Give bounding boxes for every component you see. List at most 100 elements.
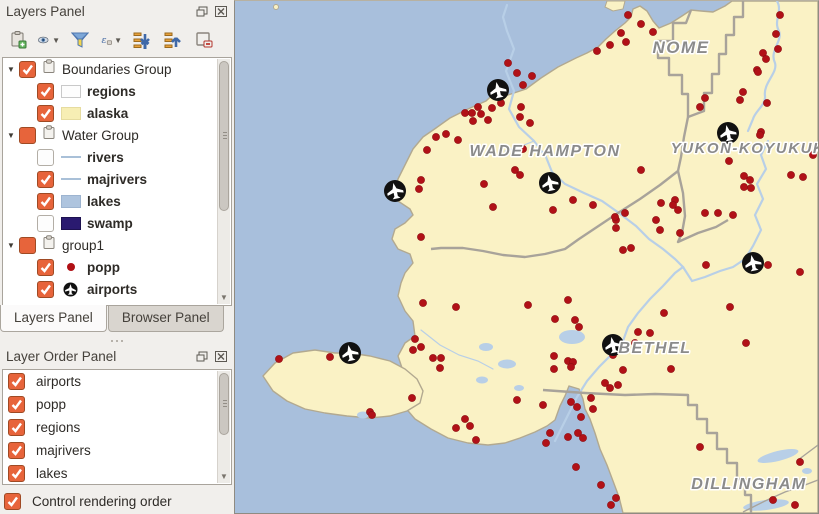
tree-group-row[interactable]: ▼ Water Group (3, 124, 231, 146)
layer-visibility-checkbox[interactable] (37, 215, 54, 232)
popp-dot (614, 381, 621, 388)
popp-dot (550, 365, 557, 372)
layer-label: popp (87, 260, 120, 275)
expander-icon[interactable]: ▼ (3, 241, 19, 250)
tree-layer-row[interactable]: rivers (3, 146, 231, 168)
layers-panel-titlebar: Layers Panel (0, 0, 234, 22)
layer-visibility-checkbox[interactable] (19, 127, 36, 144)
scroll-down-icon[interactable]: ▼ (218, 470, 230, 483)
layer-label: rivers (87, 150, 124, 165)
layers-tree-scrollbar[interactable]: ▼ (217, 59, 230, 304)
layer-order-row[interactable]: popp (3, 393, 231, 416)
tree-layer-row[interactable]: regions (3, 80, 231, 102)
close-panel-icon[interactable] (214, 350, 228, 363)
layer-order-row[interactable]: airports (3, 370, 231, 393)
layer-order-row[interactable]: lakes (3, 462, 231, 485)
popp-dot (550, 352, 557, 359)
layer-visibility-checkbox[interactable] (8, 419, 25, 436)
layer-visibility-checkbox[interactable] (37, 193, 54, 210)
popp-dot (461, 415, 468, 422)
tree-layer-row[interactable]: alaska (3, 102, 231, 124)
map-canvas[interactable]: NOMEWADE HAMPTONYUKON-KOYUKUKBETHELDILLI… (234, 0, 819, 514)
layer-visibility-checkbox[interactable] (8, 373, 25, 390)
tree-group-row[interactable]: ▼ group1 (3, 234, 231, 256)
tree-layer-row[interactable]: popp (3, 256, 231, 278)
layer-visibility-checkbox[interactable] (37, 149, 54, 166)
popp-dot (646, 329, 653, 336)
popp-dot (649, 28, 656, 35)
tree-layer-row[interactable]: lakes (3, 190, 231, 212)
airport-marker-icon (742, 252, 764, 274)
expand-all-icon[interactable] (131, 29, 153, 51)
tree-layer-row[interactable]: majrivers (3, 168, 231, 190)
popp-dot (524, 301, 531, 308)
layer-order-label: lakes (36, 466, 68, 481)
popp-dot (747, 184, 754, 191)
scrollbar-thumb[interactable] (219, 61, 229, 211)
popp-dot (432, 133, 439, 140)
float-panel-icon[interactable] (195, 350, 209, 363)
tree-group-row[interactable]: ▼Boundaries Group (3, 58, 231, 80)
popp-dot (597, 481, 604, 488)
close-panel-icon[interactable] (214, 5, 228, 18)
popp-dot (549, 206, 556, 213)
control-rendering-order-checkbox[interactable] (4, 493, 21, 510)
popp-dot (480, 180, 487, 187)
popp-dot (417, 343, 424, 350)
layer-visibility-checkbox[interactable] (19, 237, 36, 254)
popp-dot (702, 261, 709, 268)
popp-dot (764, 261, 771, 268)
scrollbar-thumb[interactable] (219, 373, 229, 435)
remove-layer-icon[interactable] (193, 29, 215, 51)
layer-order-row[interactable]: majrivers (3, 439, 231, 462)
tab-browser-panel[interactable]: Browser Panel (108, 306, 224, 332)
layer-visibility-checkbox[interactable] (8, 396, 25, 413)
expression-filter-icon[interactable]: ε▼ (100, 29, 122, 51)
popp-dot (589, 405, 596, 412)
popp-dot (612, 224, 619, 231)
region-label: DILLINGHAM (691, 476, 806, 493)
expander-icon[interactable]: ▼ (3, 65, 19, 74)
filter-legend-icon[interactable] (69, 29, 91, 51)
group-icon (42, 235, 58, 255)
collapse-all-icon[interactable] (162, 29, 184, 51)
layer-visibility-checkbox[interactable] (37, 171, 54, 188)
layer-visibility-checkbox[interactable] (8, 465, 25, 482)
popp-dot (579, 434, 586, 441)
popp-dot (489, 203, 496, 210)
popp-dot (611, 213, 618, 220)
tree-layer-row[interactable]: airports (3, 278, 231, 300)
manage-visibility-icon[interactable]: ▼ (38, 29, 60, 51)
layer-visibility-checkbox[interactable] (8, 442, 25, 459)
expander-icon[interactable]: ▼ (3, 131, 19, 140)
polygon-swatch-icon (60, 194, 81, 208)
dock-splitter-handle[interactable] (106, 340, 128, 344)
tab-layers-panel[interactable]: Layers Panel (0, 305, 107, 332)
popp-dot (575, 323, 582, 330)
popp-dot (436, 364, 443, 371)
group-label: group1 (62, 238, 104, 253)
layer-visibility-checkbox[interactable] (37, 105, 54, 122)
popp-dot (637, 20, 644, 27)
popp-dot (564, 296, 571, 303)
add-group-icon[interactable] (7, 29, 29, 51)
layer-visibility-checkbox[interactable] (37, 259, 54, 276)
popp-dot (676, 229, 683, 236)
layer-order-row[interactable]: regions (3, 416, 231, 439)
layers-panel-title: Layers Panel (6, 4, 190, 19)
layer-order-scrollbar[interactable]: ▼ (217, 371, 230, 483)
left-dock: Layers Panel ▼ ε▼ (0, 0, 234, 514)
popp-dot (754, 68, 761, 75)
popp-dot (763, 99, 770, 106)
group-label: Water Group (62, 128, 139, 143)
tree-layer-row[interactable]: swamp (3, 212, 231, 234)
layer-visibility-checkbox[interactable] (37, 281, 54, 298)
float-panel-icon[interactable] (195, 5, 209, 18)
layer-visibility-checkbox[interactable] (37, 83, 54, 100)
popp-dot (577, 413, 584, 420)
popp-dot (774, 45, 781, 52)
popp-dot (567, 398, 574, 405)
layer-order-label: airports (36, 374, 81, 389)
layer-visibility-checkbox[interactable] (19, 61, 36, 78)
scroll-down-icon[interactable]: ▼ (218, 291, 230, 304)
